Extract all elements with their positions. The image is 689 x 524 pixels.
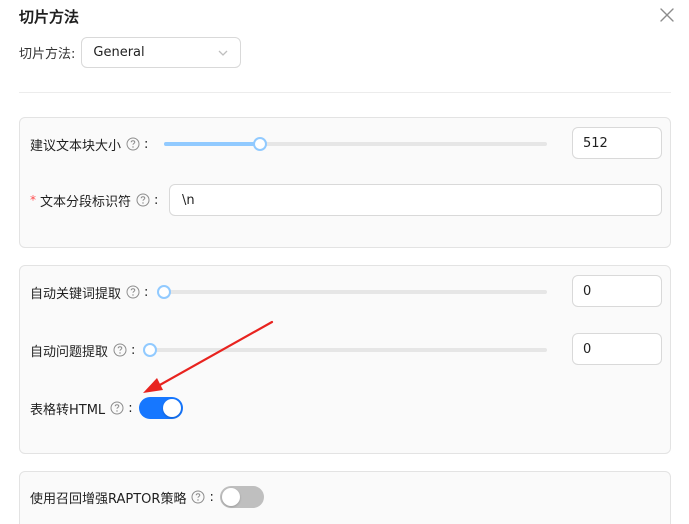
question-circle-icon[interactable] xyxy=(113,343,127,357)
slider-track xyxy=(164,142,260,146)
chevron-down-icon xyxy=(218,50,228,56)
auto-questions-label: 自动问题提取 : xyxy=(30,342,136,360)
delimiter-label: * 文本分段标识符 : xyxy=(30,192,159,210)
auto-questions-row: 自动问题提取 : xyxy=(30,340,135,360)
divider xyxy=(19,92,671,93)
raptor-settings-card: 使用召回增强RAPTOR策略 : xyxy=(19,471,671,524)
table-to-html-label: 表格转HTML : xyxy=(30,400,133,418)
auto-keywords-input[interactable]: 0 xyxy=(572,275,662,307)
slider-rail xyxy=(164,290,547,294)
chunk-size-input[interactable]: 512 xyxy=(572,127,662,159)
switch-knob xyxy=(221,488,240,506)
chunk-method-row: 切片方法: General xyxy=(19,37,242,68)
chunk-size-row: 建议文本块大小 : xyxy=(30,134,148,154)
chunk-settings-card: 建议文本块大小 : 512 * 文本分段标识符 : \n xyxy=(19,117,671,248)
extraction-settings-card: 自动关键词提取 : 0 自动问题提取 : 0 表格转HTML: xyxy=(19,265,671,454)
slider-rail xyxy=(150,348,547,352)
question-circle-icon[interactable] xyxy=(110,401,124,415)
auto-keywords-row: 自动关键词提取 : xyxy=(30,282,148,302)
question-circle-icon[interactable] xyxy=(126,137,140,151)
required-mark: * xyxy=(30,193,36,207)
table-to-html-row: 表格转HTML : xyxy=(30,397,183,419)
close-button[interactable] xyxy=(656,4,678,26)
delimiter-row: * 文本分段标识符 : xyxy=(30,190,158,210)
chunk-size-slider[interactable] xyxy=(164,137,547,151)
slider-handle[interactable] xyxy=(157,285,171,299)
chunk-method-value: General xyxy=(93,45,145,60)
slider-handle[interactable] xyxy=(143,343,157,357)
chunk-method-label: 切片方法: xyxy=(19,47,76,62)
chunk-size-label: 建议文本块大小 : xyxy=(30,136,149,154)
question-circle-icon[interactable] xyxy=(136,193,150,207)
close-icon xyxy=(660,8,674,22)
auto-keywords-slider[interactable] xyxy=(157,285,547,299)
switch-knob xyxy=(162,399,181,417)
auto-questions-slider[interactable] xyxy=(143,343,547,357)
auto-keywords-label: 自动关键词提取 : xyxy=(30,284,149,302)
raptor-row: 使用召回增强RAPTOR策略 : xyxy=(30,486,264,508)
table-to-html-switch[interactable] xyxy=(138,397,183,419)
raptor-label: 使用召回增强RAPTOR策略 : xyxy=(30,489,214,507)
delimiter-input[interactable]: \n xyxy=(169,184,662,216)
auto-questions-input[interactable]: 0 xyxy=(572,333,662,365)
chunk-method-select[interactable]: General xyxy=(81,37,242,68)
raptor-switch[interactable] xyxy=(219,486,264,508)
dialog-title: 切片方法 xyxy=(19,8,80,26)
slider-handle[interactable] xyxy=(252,137,267,151)
question-circle-icon[interactable] xyxy=(126,285,140,299)
question-circle-icon[interactable] xyxy=(191,490,205,504)
